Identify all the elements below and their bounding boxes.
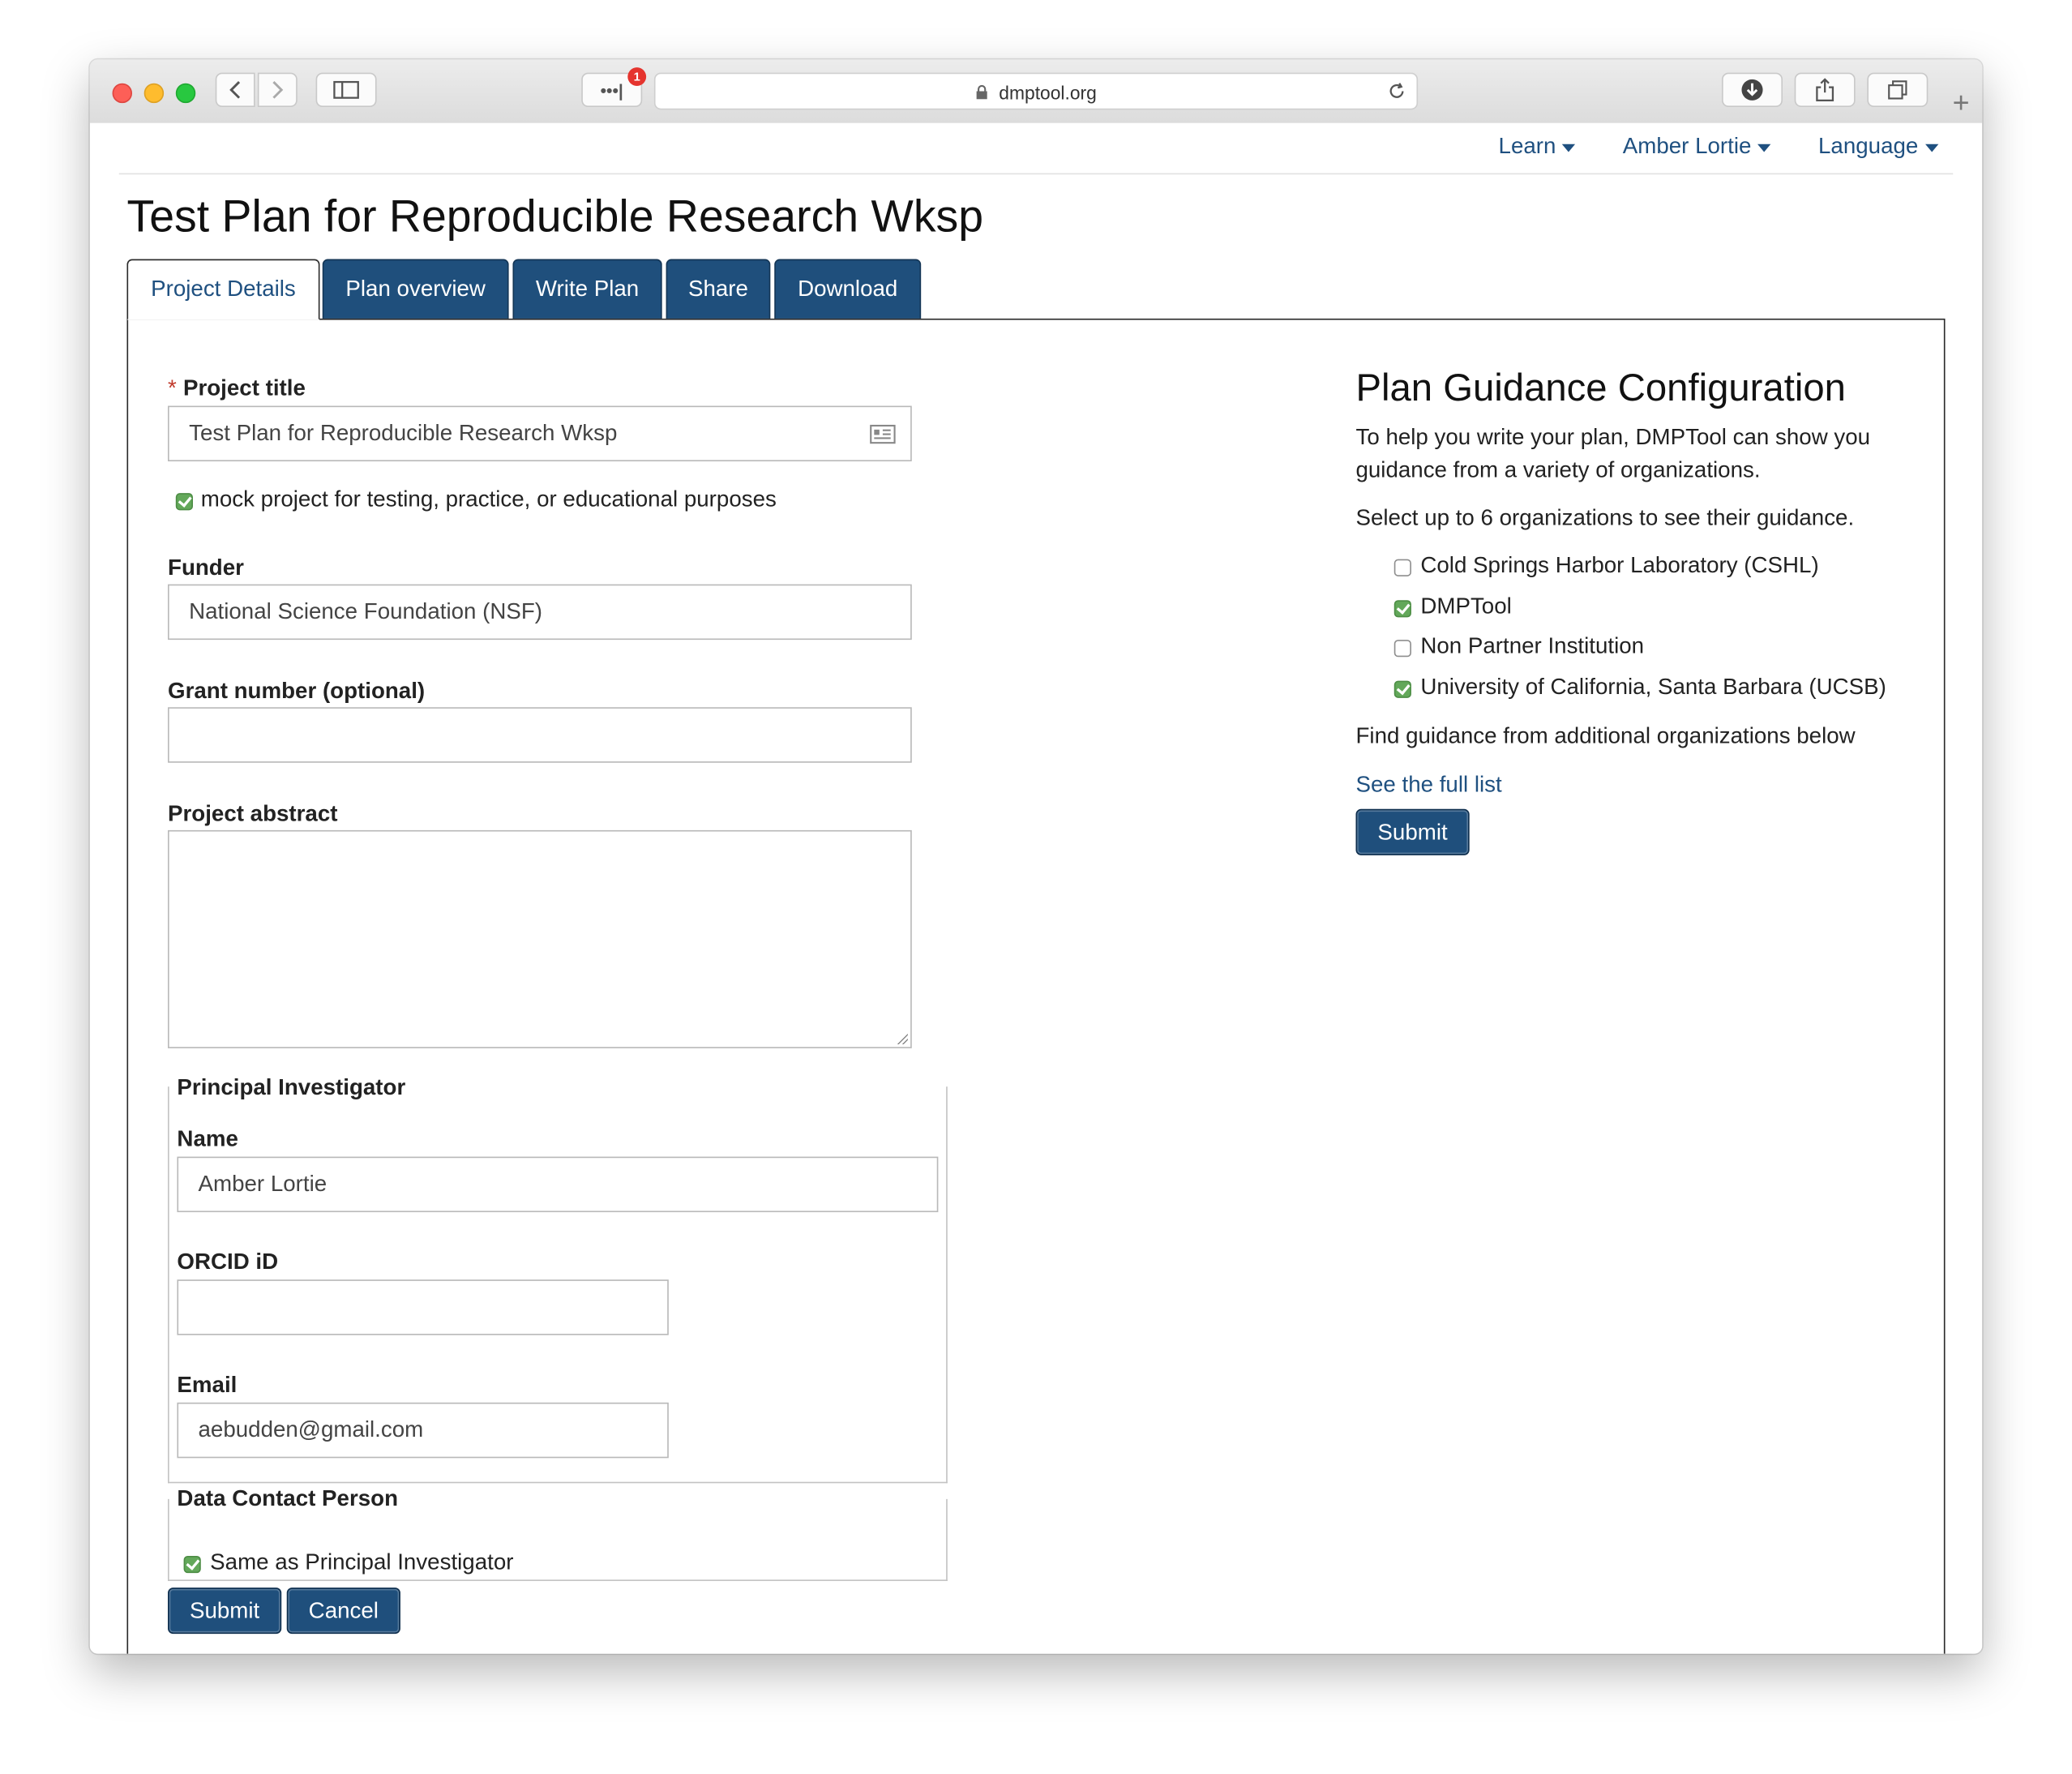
org-label-dmptool: DMPTool [1420,593,1512,619]
nav-user-label: Amber Lortie [1622,133,1752,159]
tab-plan-overview[interactable]: Plan overview [322,259,509,320]
nav-divider [118,173,1954,175]
nav-learn[interactable]: Learn [1499,134,1576,161]
funder-input[interactable]: National Science Foundation (NSF) [168,584,912,641]
guidance-select-hint: Select up to 6 organizations to see thei… [1355,504,1855,530]
zoom-window-button[interactable] [175,83,196,104]
tab-overview-button[interactable] [1867,72,1929,108]
reload-icon[interactable] [1388,82,1406,101]
url-text: dmptool.org [999,82,1097,104]
org-checkbox-non-partner[interactable] [1393,640,1411,658]
nav-user-menu[interactable]: Amber Lortie [1623,134,1771,161]
forward-button[interactable] [257,72,298,108]
page-title: Test Plan for Reproducible Research Wksp [126,191,984,242]
new-tab-button[interactable]: + [1940,86,1982,123]
orcid-input[interactable] [177,1279,669,1335]
share-icon [1816,78,1834,102]
share-button[interactable] [1794,72,1856,108]
data-contact-legend: Data Contact Person [177,1485,404,1513]
org-checkbox-cshl[interactable] [1393,559,1411,576]
nav-language[interactable]: Language [1818,134,1938,161]
project-details-panel: * Project title Test Plan for Reproducibl… [126,318,1946,1654]
notification-badge: 1 [627,67,647,86]
tab-share[interactable]: Share [666,259,771,320]
guidance-title: Plan Guidance Configuration [1355,367,1846,410]
resize-grip-icon[interactable] [897,1033,908,1045]
tabs-icon [1888,80,1907,100]
guidance-intro-line2: guidance from a variety of organizations… [1355,457,1761,483]
back-button[interactable] [215,72,255,108]
project-abstract-label: Project abstract [168,801,338,826]
project-title-value: Test Plan for Reproducible Research Wksp [189,420,618,446]
org-checkbox-ucsb[interactable] [1393,680,1411,698]
downloads-button[interactable] [1722,72,1783,108]
org-label-non-partner: Non Partner Institution [1420,632,1645,658]
guidance-find-more: Find guidance from additional organizati… [1355,722,1856,748]
funder-label: Funder [168,555,244,581]
guidance-intro-line1: To help you write your plan, DMPTool can… [1355,424,1871,450]
address-bar[interactable]: dmptool.org [653,72,1419,110]
nav-language-label: Language [1818,133,1919,159]
sidebar-icon [333,80,359,99]
nav-learn-label: Learn [1498,133,1556,159]
caret-down-icon [1562,143,1576,152]
extensions-dots-icon: •••| [600,79,623,101]
caret-down-icon [1924,143,1938,152]
tab-write-plan[interactable]: Write Plan [512,259,662,320]
close-window-button[interactable] [112,83,133,104]
pi-name-label: Name [177,1126,238,1152]
pi-name-value: Amber Lortie [198,1171,327,1197]
minimize-window-button[interactable] [143,83,165,104]
tab-project-details[interactable]: Project Details [126,259,320,320]
project-title-input[interactable]: Test Plan for Reproducible Research Wksp [168,405,912,462]
form-cancel-button[interactable]: Cancel [286,1588,400,1635]
browser-toolbar: •••| 1 dmptool.org + [89,59,1983,125]
tab-download[interactable]: Download [774,259,922,320]
form-submit-button[interactable]: Submit [168,1588,282,1635]
org-checkbox-dmptool[interactable] [1393,600,1411,618]
project-title-label: * Project title [168,375,306,402]
grant-number-label: Grant number (optional) [168,678,426,704]
plus-icon: + [1952,85,1970,119]
project-abstract-textarea[interactable] [168,829,912,1048]
orcid-label: ORCID iD [177,1249,279,1275]
contact-card-icon [870,424,896,444]
caret-down-icon [1757,143,1771,152]
principal-investigator-legend: Principal Investigator [177,1074,411,1102]
grant-number-input[interactable] [168,707,912,763]
required-marker: * [168,375,177,401]
see-full-list-link[interactable]: See the full list [1355,772,1501,799]
page-content: Learn Amber Lortie Language Test Plan fo… [89,122,1983,1654]
funder-value: National Science Foundation (NSF) [189,598,543,624]
download-icon [1741,79,1763,101]
chevron-right-icon [272,81,284,99]
browser-window: •••| 1 dmptool.org + Learn Amber Lortie … [89,59,1983,1654]
email-value: aebudden@gmail.com [198,1416,424,1442]
project-title-label-text: Project title [182,375,306,401]
same-as-pi-checkbox[interactable] [183,1555,201,1574]
org-label-cshl: Cold Springs Harbor Laboratory (CSHL) [1420,552,1819,578]
sidebar-toggle-button[interactable] [315,72,377,108]
org-label-ucsb: University of California, Santa Barbara … [1420,674,1886,700]
lock-icon [976,84,987,100]
pi-name-input[interactable]: Amber Lortie [177,1156,939,1213]
email-input[interactable]: aebudden@gmail.com [177,1402,669,1459]
guidance-submit-button[interactable]: Submit [1355,808,1470,855]
mock-project-checkbox[interactable] [175,493,193,511]
email-label: Email [177,1372,238,1398]
chevron-left-icon [229,81,241,99]
same-as-pi-label: Same as Principal Investigator [210,1549,514,1575]
mock-project-label: mock project for testing, practice, or e… [200,486,777,512]
